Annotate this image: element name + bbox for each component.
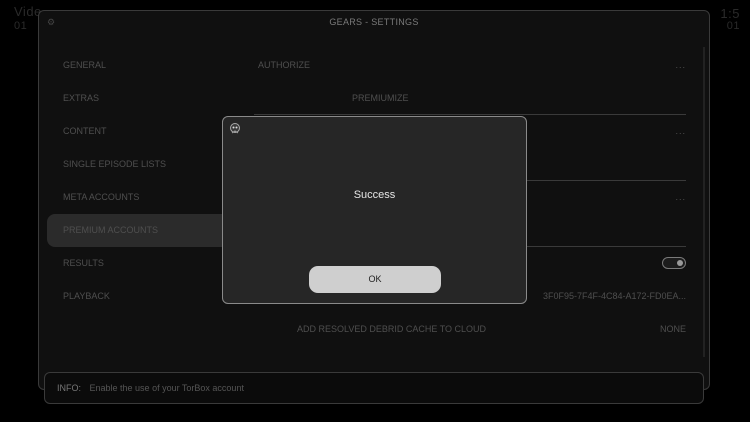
background-clock: 1:5 <box>720 6 740 21</box>
setting-section-label: PREMIUMIZE <box>352 93 409 103</box>
dialog-message: Success <box>353 189 396 201</box>
scrollbar[interactable] <box>703 47 705 357</box>
enable-toggle[interactable] <box>662 257 686 269</box>
addon-logo-icon <box>230 123 240 134</box>
setting-add-resolved-cache[interactable]: ADD RESOLVED DEBRID CACHE TO CLOUD NONE <box>254 313 686 346</box>
api-key-value: 3F0F95-7F4F-4C84-A172-FD0EA... <box>542 291 686 301</box>
info-label: INFO: <box>57 383 81 393</box>
toggle-knob <box>677 260 683 266</box>
info-text: Enable the use of your TorBox account <box>89 383 244 393</box>
setting-more: ... <box>675 60 686 70</box>
ok-button[interactable]: OK <box>309 266 441 293</box>
settings-title: GEARS - SETTINGS <box>329 17 419 27</box>
background-subtitle: 01 <box>14 20 28 32</box>
category-extras[interactable]: EXTRAS <box>47 82 252 115</box>
category-general[interactable]: GENERAL <box>47 49 252 82</box>
success-dialog: Success OK <box>222 116 527 304</box>
info-bar: INFO: Enable the use of your TorBox acco… <box>44 372 704 404</box>
setting-more: ... <box>675 192 686 202</box>
background-clock-sub: 01 <box>726 20 740 32</box>
setting-value: NONE <box>659 324 686 334</box>
setting-label: AUTHORIZE <box>258 60 311 70</box>
setting-authorize[interactable]: AUTHORIZE ... <box>254 49 686 82</box>
screen: Vide 01 1:5 01 ⚙ GEARS - SETTINGS GENERA… <box>0 0 750 422</box>
setting-more: ... <box>675 126 686 136</box>
setting-premiumize-header: PREMIUMIZE <box>254 82 686 115</box>
setting-label: ADD RESOLVED DEBRID CACHE TO CLOUD <box>297 324 487 334</box>
